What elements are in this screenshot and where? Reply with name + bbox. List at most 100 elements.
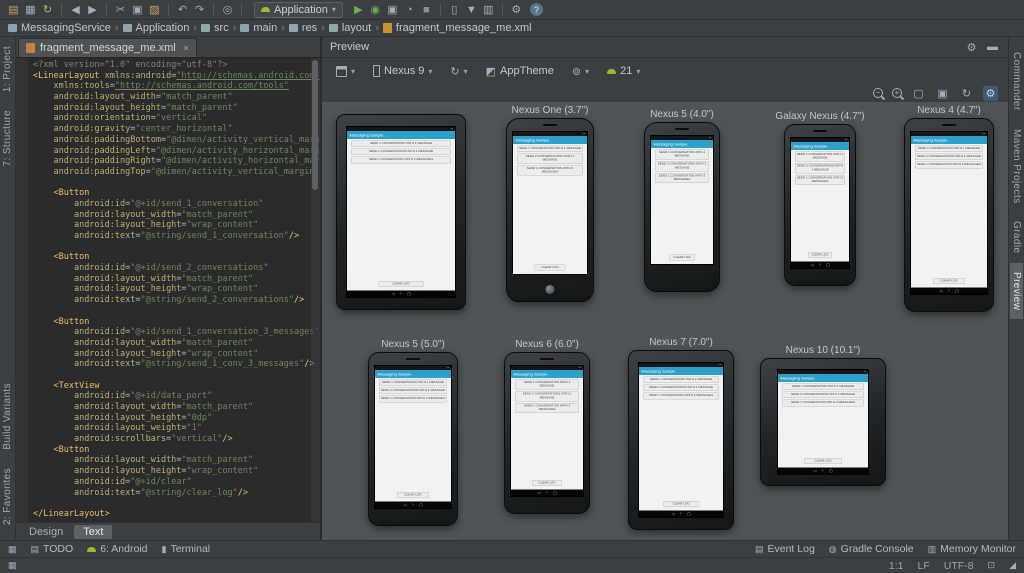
device-preview-nexus-7[interactable]: Nexus 7 (7.0") ▪▪ Messaging Sample SEND … <box>628 350 734 530</box>
device-preview-nexus-one[interactable]: Nexus One (3.7") ▪▪ Messaging Sample SEN… <box>506 118 594 302</box>
code-line <box>33 498 320 509</box>
api-level-selector[interactable]: 21 ▾ <box>603 63 644 79</box>
orientation-selector[interactable]: ↻ ▾ <box>446 63 471 80</box>
app-body: SEND 1 CONVERSATION WITH 1 MESSAGESEND 2… <box>511 378 583 490</box>
debug-icon[interactable]: ◉ <box>368 2 383 17</box>
device-preview-galaxy-nexus[interactable]: Galaxy Nexus (4.7") ▪▪ Messaging Sample … <box>784 124 856 286</box>
tool-button-1-project[interactable]: 1: Project <box>1 37 14 101</box>
breadcrumb-item-fragment-message-me-xml[interactable]: fragment_message_me.xml <box>383 22 532 34</box>
recents-nav-icon: ▢ <box>829 469 832 473</box>
breadcrumb: MessagingService›Application›src›main›re… <box>0 20 1024 37</box>
configuration-selector[interactable]: ▾ <box>332 64 359 79</box>
sdk-manager-icon[interactable]: ▼ <box>464 2 479 17</box>
home-nav-icon: ○ <box>546 491 548 495</box>
app-title: Messaging Sample <box>914 138 948 143</box>
zoom-out-icon[interactable]: − <box>873 88 883 98</box>
avd-manager-icon[interactable]: ▯ <box>447 2 462 17</box>
app-button: SEND 2 CONVERSATIONS WITH 1 MESSAGE <box>782 392 864 399</box>
device-preview-nexus-4[interactable]: Nexus 4 (4.7") ▪▪ Messaging Sample SEND … <box>904 118 994 312</box>
file-encoding[interactable]: UTF-8 <box>944 560 974 572</box>
device-preview-nexus-5-5[interactable]: Nexus 5 (5.0") ▪▪ Messaging Sample SEND … <box>368 352 458 526</box>
paste-icon[interactable]: ▨ <box>147 2 162 17</box>
back-arrow-icon[interactable]: ◀ <box>68 2 83 17</box>
toolbar-icons-right: ▶◉▣◔■ ▯▼▥ ⚙ <box>351 2 524 17</box>
zoom-in-icon[interactable]: + <box>892 88 902 98</box>
editor-mode-tab-text[interactable]: Text <box>74 525 112 539</box>
status-6-android[interactable]: 6: Android <box>87 543 147 555</box>
line-separator[interactable]: LF <box>918 560 930 572</box>
profile-icon[interactable]: ◔ <box>402 2 417 17</box>
toolwindow-icon[interactable]: ▦ <box>8 560 17 571</box>
tool-button-7-structure[interactable]: 7: Structure <box>1 101 14 176</box>
monitor-icon[interactable]: ▥ <box>481 2 496 17</box>
tool-button-maven-projects[interactable]: Maven Projects <box>1010 120 1023 213</box>
theme-selector[interactable]: ◩ AppTheme <box>482 63 558 80</box>
toolwindow-icon: ▦ <box>8 544 17 555</box>
breadcrumb-item-res[interactable]: res <box>289 22 317 34</box>
status-label: LF <box>918 560 930 572</box>
breadcrumb-item-src[interactable]: src <box>201 22 229 34</box>
editor-tab[interactable]: fragment_message_me.xml ✕ <box>18 38 197 57</box>
sync-icon[interactable]: ↻ <box>40 2 55 17</box>
device-preview-nexus-9[interactable]: ▪▪ Messaging Sample SEND 1 CONVERSATION … <box>336 114 466 310</box>
status-memory-monitor[interactable]: ▥Memory Monitor <box>928 543 1016 555</box>
preview-settings-icon[interactable]: ⚙ <box>983 86 998 101</box>
actual-size-icon[interactable]: ▢ <box>911 86 926 101</box>
copy-icon[interactable]: ▣ <box>130 2 145 17</box>
scrollbar-thumb[interactable] <box>312 60 318 190</box>
toolwindow-switcher[interactable]: ▦ <box>8 544 17 555</box>
find-icon[interactable]: ◎ <box>220 2 235 17</box>
close-icon[interactable]: ✕ <box>183 44 190 53</box>
undo-icon[interactable]: ↶ <box>175 2 190 17</box>
breadcrumb-item-application[interactable]: Application <box>123 22 190 34</box>
run-config-selector[interactable]: Application ▾ <box>254 2 343 18</box>
zoom-to-fit-icon[interactable]: ▣ <box>935 86 950 101</box>
locale-selector[interactable]: ⊚ ▾ <box>568 63 593 80</box>
breadcrumb-item-main[interactable]: main <box>240 22 277 34</box>
breadcrumb-item-layout[interactable]: layout <box>329 22 371 34</box>
help-icon[interactable]: ? <box>530 3 543 16</box>
breadcrumb-item-messagingservice[interactable]: MessagingService <box>8 22 111 34</box>
tool-button-preview[interactable]: Preview <box>1010 263 1023 319</box>
readonly-lock[interactable]: ⊡ <box>988 560 996 571</box>
status-terminal[interactable]: ▮Terminal <box>161 543 210 555</box>
status-gradle-console[interactable]: ◍Gradle Console <box>829 543 914 555</box>
resize-grip[interactable]: ◢ <box>1009 560 1016 571</box>
stop-icon[interactable]: ■ <box>419 2 434 17</box>
save-all-icon[interactable]: ▦ <box>23 2 38 17</box>
editor-mode-tab-design[interactable]: Design <box>20 525 72 539</box>
device-selector[interactable]: Nexus 9 ▾ <box>369 63 436 79</box>
device-preview-nexus-6[interactable]: Nexus 6 (6.0") ▪▪ Messaging Sample SEND … <box>504 352 590 514</box>
tool-button-gradle[interactable]: Gradle <box>1010 212 1023 262</box>
recents-nav-icon: ▢ <box>419 503 422 507</box>
status-event-log[interactable]: ▤Event Log <box>755 543 815 555</box>
status-todo[interactable]: ▤TODO <box>31 543 74 555</box>
coverage-icon[interactable]: ▣ <box>385 2 400 17</box>
preview-canvas[interactable]: ▪▪ Messaging Sample SEND 1 CONVERSATION … <box>322 102 1008 540</box>
cut-icon[interactable]: ✂ <box>113 2 128 17</box>
status-label: TODO <box>43 543 73 555</box>
tool-button-2-favorites[interactable]: 2: Favorites <box>1 459 14 534</box>
run-icon[interactable]: ▶ <box>351 2 366 17</box>
device-frame: ▪▪ Messaging Sample SEND 1 CONVERSATION … <box>628 350 734 530</box>
device-preview-nexus-5-4[interactable]: Nexus 5 (4.0") ▪▪ Messaging Sample SEND … <box>644 122 720 292</box>
forward-arrow-icon[interactable]: ▶ <box>85 2 100 17</box>
settings-icon[interactable]: ⚙ <box>509 2 524 17</box>
device-frame: ▪▪ Messaging Sample SEND 1 CONVERSATION … <box>784 124 856 286</box>
app-body: SEND 1 CONVERSATION WITH 1 MESSAGESEND 2… <box>639 375 723 511</box>
open-file-icon[interactable]: ▤ <box>6 2 21 17</box>
tool-button-commander[interactable]: Commander <box>1010 43 1023 120</box>
chevron-down-icon: ▾ <box>464 67 468 76</box>
code-line: android:gravity="center_horizontal" <box>33 124 320 135</box>
refresh-preview-icon[interactable]: ↻ <box>959 86 974 101</box>
device-preview-nexus-10[interactable]: Nexus 10 (10.1") ▪▪ Messaging Sample SEN… <box>760 358 886 486</box>
code-editor[interactable]: <?xml version="1.0" encoding="utf-8"?><L… <box>16 58 320 522</box>
preview-gear-icon[interactable]: ⚙ <box>964 40 979 55</box>
editor-tab-bar: fragment_message_me.xml ✕ <box>16 37 320 58</box>
caret-position[interactable]: 1:1 <box>889 560 904 572</box>
code-line <box>33 242 320 253</box>
redo-icon[interactable]: ↷ <box>192 2 207 17</box>
hide-panel-icon[interactable]: ▬ <box>985 40 1000 55</box>
tool-button-build-variants[interactable]: Build Variants <box>1 374 14 459</box>
editor-scrollbar[interactable] <box>311 58 320 522</box>
